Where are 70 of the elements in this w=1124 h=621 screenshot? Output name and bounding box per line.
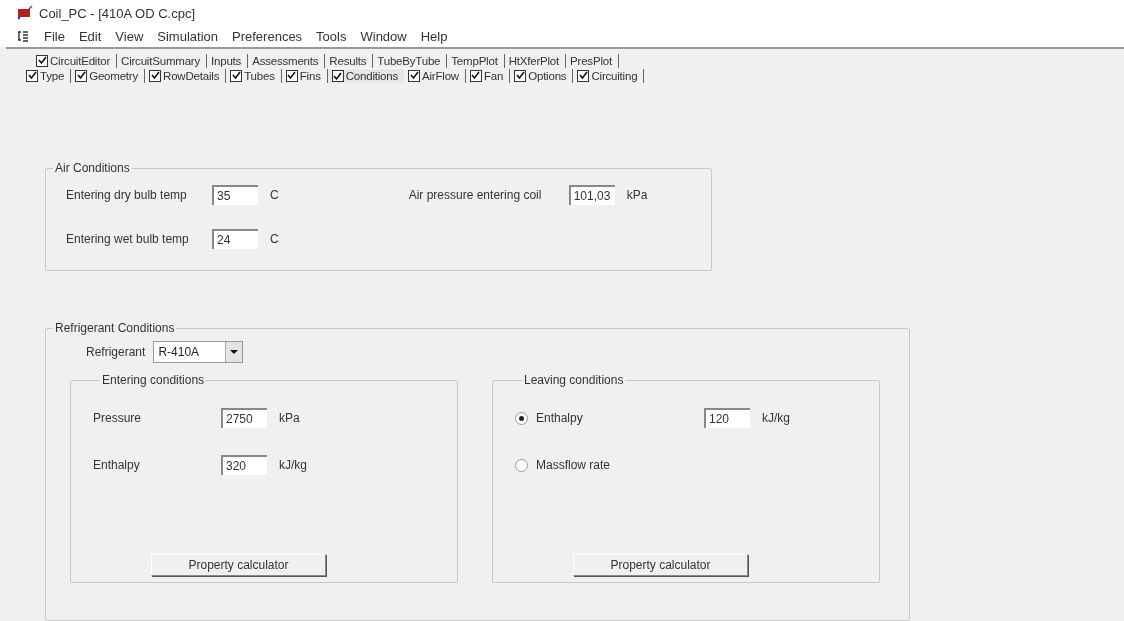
field-label: Entering wet bulb temp <box>66 232 190 246</box>
tab[interactable]: Results <box>325 53 374 68</box>
tab[interactable]: TempPlot <box>447 53 505 68</box>
app-icon <box>17 6 33 21</box>
group-title: Entering conditions <box>101 373 206 387</box>
radio-button[interactable] <box>515 458 528 472</box>
radio-button[interactable] <box>515 411 528 425</box>
field-label: Refrigerant <box>86 345 146 359</box>
unit-label: C <box>270 232 279 246</box>
checkbox[interactable] <box>36 54 48 67</box>
property-calculator-button[interactable]: Property calculator <box>573 554 748 576</box>
unit-label: kPa <box>279 411 300 425</box>
tab[interactable]: Fins <box>281 68 328 83</box>
tab[interactable]: Inputs <box>207 53 249 68</box>
tab[interactable]: Conditions <box>327 68 405 83</box>
checkbox[interactable] <box>577 69 590 82</box>
group-title: Refrigerant Conditions <box>54 321 176 335</box>
tab[interactable]: RowDetails <box>145 68 227 83</box>
menu-item[interactable]: File <box>37 29 72 45</box>
unit-label: kJ/kg <box>762 411 790 425</box>
tab[interactable]: Assessments <box>248 53 326 68</box>
unit-label: kJ/kg <box>279 458 307 472</box>
tab[interactable]: CircuitEditor <box>32 53 118 68</box>
checkbox[interactable] <box>149 69 162 82</box>
tab[interactable]: Geometry <box>71 68 146 83</box>
menu-item[interactable]: Tools <box>309 29 354 45</box>
field-label: Entering dry bulb temp <box>66 188 188 202</box>
unit-label: kPa <box>626 188 648 202</box>
field-label: Enthalpy <box>93 458 141 472</box>
input-field[interactable]: 320 <box>221 455 267 475</box>
input-field[interactable]: 35 <box>212 185 258 205</box>
checkbox[interactable] <box>230 69 243 82</box>
caret-icon <box>225 342 243 362</box>
menu-item[interactable]: Help <box>413 29 455 45</box>
menu-item[interactable]: Window <box>353 29 414 45</box>
checkbox[interactable] <box>26 69 38 82</box>
field-label: Air pressure entering coil <box>408 188 543 202</box>
checkbox[interactable] <box>285 69 298 82</box>
tab[interactable]: HtXferPlot <box>504 53 567 68</box>
menu-item[interactable]: Simulation <box>150 29 225 45</box>
window-title: Coil_PC - [410A OD C.cpc] <box>39 5 196 21</box>
dropdown[interactable]: R-410A <box>153 341 244 363</box>
tab[interactable]: AirFlow <box>404 68 466 83</box>
checkbox[interactable] <box>408 69 421 82</box>
input-field[interactable]: 101,03 <box>568 185 615 205</box>
option-label: Enthalpy <box>536 411 584 425</box>
input-field[interactable]: 120 <box>704 408 750 428</box>
tab[interactable]: Fan <box>465 68 511 83</box>
checkbox[interactable] <box>514 69 527 82</box>
input-field[interactable]: 2750 <box>221 408 267 428</box>
tab[interactable]: Circuiting <box>573 68 645 83</box>
tab[interactable]: CircuitSummary <box>117 53 208 68</box>
option-label: Massflow rate <box>536 458 612 472</box>
menu-item[interactable]: Edit <box>71 29 109 45</box>
menu-item[interactable]: View <box>108 29 151 45</box>
tab[interactable]: Options <box>510 68 574 83</box>
group-title: Leaving conditions <box>523 373 625 387</box>
tab[interactable]: PresPlot <box>566 53 619 68</box>
tab[interactable]: Type <box>22 68 72 83</box>
checkbox[interactable] <box>75 69 88 82</box>
tab[interactable]: TubeByTube <box>373 53 448 68</box>
property-calculator-button[interactable]: Property calculator <box>151 554 326 576</box>
checkbox[interactable] <box>331 70 344 82</box>
field-label: Pressure <box>93 411 143 425</box>
group-title: Air Conditions <box>54 161 131 175</box>
checkbox[interactable] <box>469 69 482 82</box>
input-field[interactable]: 24 <box>212 229 258 249</box>
tab[interactable]: Tubes <box>226 68 282 83</box>
menu-item[interactable]: Preferences <box>225 29 310 45</box>
unit-label: C <box>270 188 279 202</box>
